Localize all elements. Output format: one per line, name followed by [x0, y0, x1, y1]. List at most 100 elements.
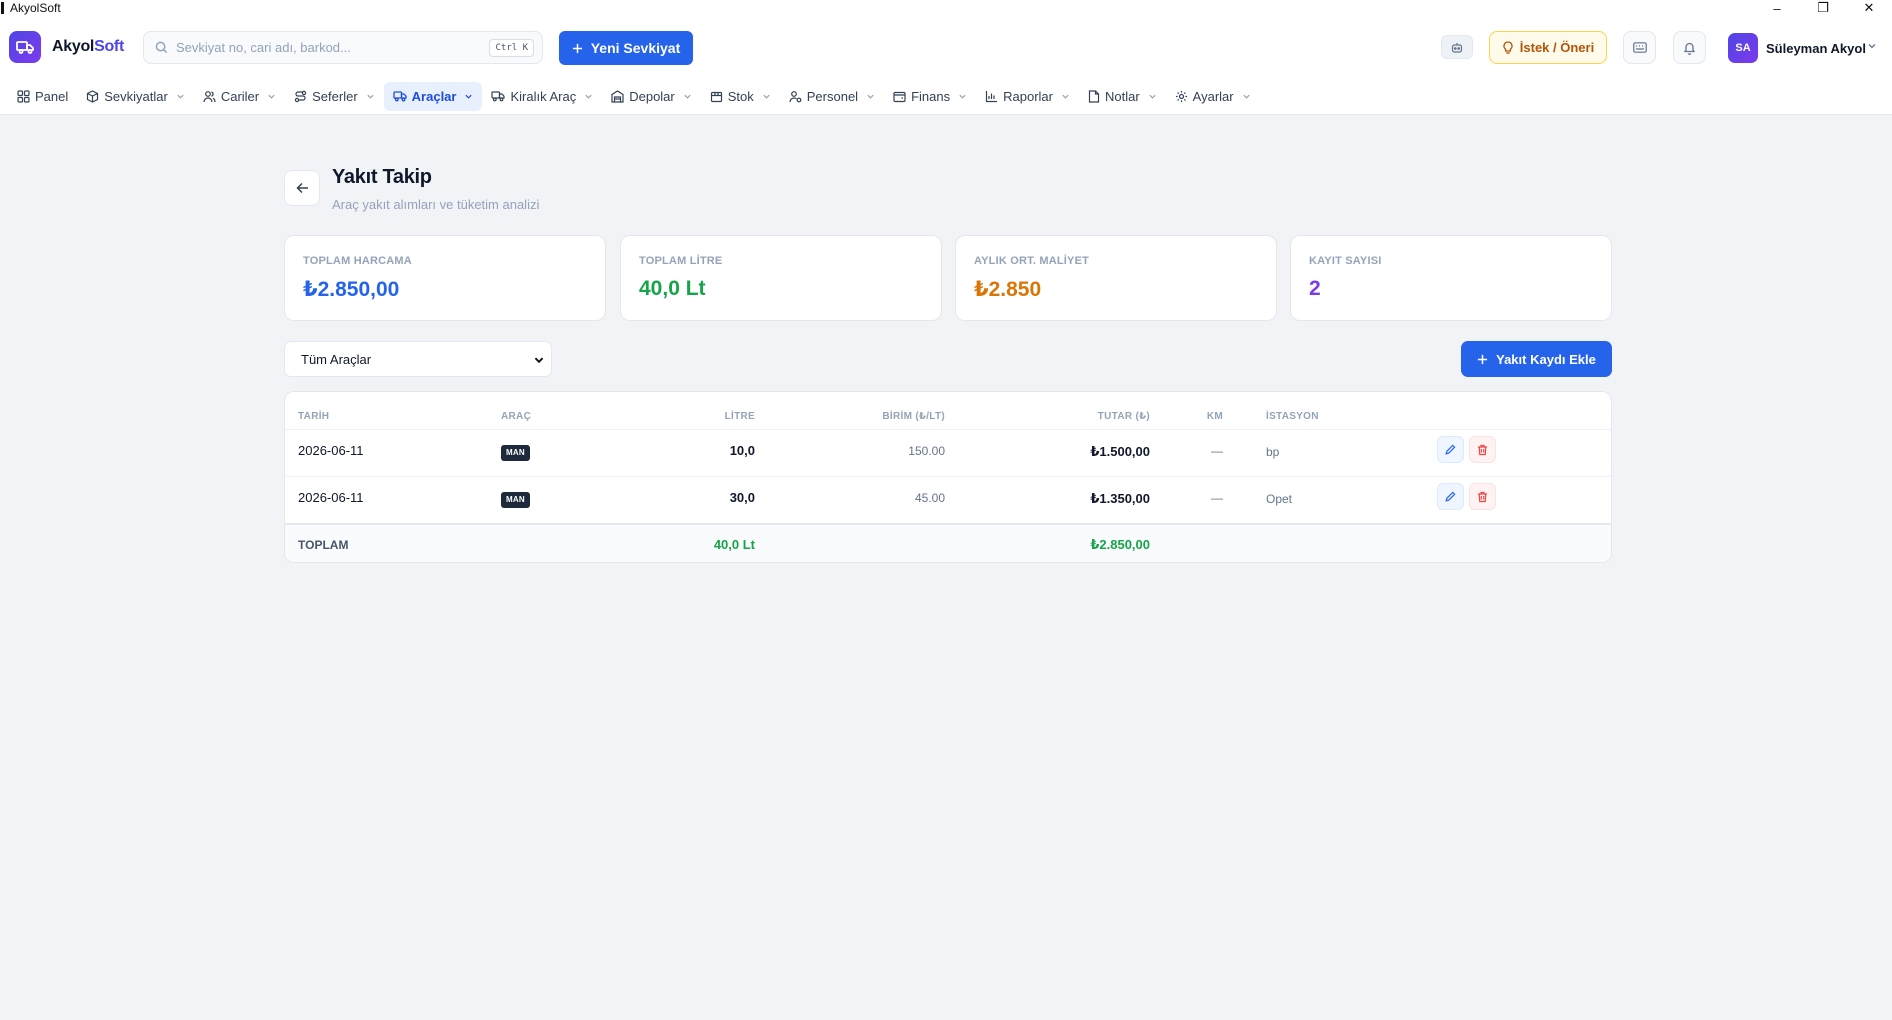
- grid-icon: [17, 89, 30, 103]
- nav-label-settings: Ayarlar: [1192, 88, 1234, 104]
- edit-button[interactable]: [1437, 436, 1464, 463]
- vehicle-badge: MAN: [501, 492, 530, 508]
- stat-card-monthly-avg-cost: AYLIK ORT. MALİYET ₺2.850: [955, 235, 1277, 321]
- user-name[interactable]: Süleyman Akyol: [1766, 41, 1866, 56]
- nav-label-vehicles: Araçlar: [411, 88, 457, 104]
- gear-icon: [1175, 90, 1187, 102]
- chevron-down-icon: [534, 357, 544, 364]
- stat-card-total-spend: TOPLAM HARCAMA ₺2.850,00: [284, 235, 606, 321]
- nav-label-trips: Seferler: [312, 88, 358, 104]
- cell-station: bp: [1266, 445, 1280, 459]
- column-header-unit-price: BİRİM (₺/LT): [882, 411, 945, 422]
- window-close-button[interactable]: ✕: [1846, 0, 1892, 16]
- row-divider: [285, 429, 1611, 430]
- nav-item-shipments[interactable]: Sevkiyatlar: [77, 82, 194, 111]
- table-footer: [285, 525, 1611, 562]
- nav-item-trips[interactable]: Seferler: [285, 82, 384, 111]
- cell-unit-price: 150.00: [908, 444, 945, 458]
- page-title: Yakıt Takip: [332, 166, 432, 188]
- nav-label-shipments: Sevkiyatlar: [104, 88, 168, 104]
- brand-name[interactable]: AkyolSoft: [52, 38, 124, 56]
- cell-amount: ₺1.500,00: [1090, 444, 1150, 459]
- pencil-icon: [1445, 444, 1456, 455]
- stat-label: AYLIK ORT. MALİYET: [974, 255, 1090, 267]
- nav-item-stock[interactable]: Stok: [701, 82, 780, 111]
- search-icon: [155, 41, 168, 54]
- chevron-down-icon: [585, 94, 592, 99]
- cell-date: 2026-06-11: [298, 443, 364, 458]
- trash-icon: [1478, 444, 1487, 455]
- row-divider: [285, 476, 1611, 477]
- stat-card-total-liters: TOPLAM LİTRE 40,0 Lt: [620, 235, 942, 321]
- chevron-down-icon: [367, 94, 374, 99]
- window-minimize-button[interactable]: –: [1754, 0, 1800, 16]
- nav-label-accounts: Cariler: [220, 88, 260, 104]
- delete-button[interactable]: [1469, 436, 1496, 463]
- plus-icon: [572, 43, 582, 53]
- footer-total-amount: ₺2.850,00: [1090, 537, 1150, 552]
- column-header-vehicle: ARAÇ: [501, 411, 532, 422]
- chevron-down-icon: [1149, 94, 1156, 99]
- nav-item-personnel[interactable]: Personel: [780, 82, 884, 111]
- truck-icon: [393, 91, 407, 102]
- stat-value: ₺2.850: [974, 278, 1042, 301]
- back-button[interactable]: [284, 170, 320, 206]
- plus-icon: [1478, 354, 1488, 364]
- add-fuel-record-button[interactable]: Yakıt Kaydı Ekle: [1461, 341, 1612, 377]
- nav-label-panel: Panel: [35, 88, 69, 104]
- pencil-icon: [1445, 491, 1456, 502]
- nav-item-finance[interactable]: Finans: [884, 82, 976, 111]
- fuel-records-table: TARİH ARAÇ LİTRE BİRİM (₺/LT) TUTAR (₺) …: [284, 391, 1612, 563]
- nav-item-settings[interactable]: Ayarlar: [1166, 82, 1260, 111]
- app-header: AkyolSoft Ctrl K Yeni Sevkiyat İstek / Ö…: [0, 16, 1892, 78]
- nav-label-finance: Finans: [911, 88, 951, 104]
- robot-assistant-button[interactable]: [1441, 35, 1473, 59]
- nav-label-notes: Notlar: [1104, 88, 1140, 104]
- chevron-down-icon: [1242, 94, 1250, 99]
- keyboard-icon: [1632, 42, 1647, 53]
- stat-label: TOPLAM HARCAMA: [303, 255, 412, 267]
- notifications-button[interactable]: [1673, 31, 1706, 64]
- suggestion-button[interactable]: İstek / Öneri: [1489, 31, 1607, 64]
- window-restore-button[interactable]: ❐: [1800, 0, 1846, 16]
- nav-item-notes[interactable]: Notlar: [1079, 82, 1166, 111]
- stat-value: 2: [1309, 277, 1321, 300]
- vehicle-badge: MAN: [501, 445, 530, 461]
- nav-item-warehouses[interactable]: Depolar: [602, 82, 701, 111]
- warehouse-icon: [611, 89, 624, 103]
- person-icon: [789, 90, 802, 102]
- nav-item-accounts[interactable]: Cariler: [194, 82, 285, 111]
- stat-card-record-count: KAYIT SAYISI 2: [1290, 235, 1612, 321]
- search-input[interactable]: [176, 40, 476, 55]
- stat-label: KAYIT SAYISI: [1309, 255, 1382, 267]
- window-titlebar: AkyolSoft – ❐ ✕: [0, 0, 1892, 16]
- chevron-down-icon: [1062, 94, 1069, 99]
- nav-item-panel[interactable]: Panel: [8, 82, 77, 111]
- footer-total-liters: 40,0 Lt: [713, 537, 755, 552]
- user-avatar[interactable]: SA: [1728, 33, 1758, 63]
- users-icon: [203, 90, 216, 102]
- cell-liters: 30,0: [729, 490, 755, 505]
- stat-value: 40,0 Lt: [639, 277, 706, 300]
- app-window-icon: [1, 2, 4, 14]
- chevron-down-icon: [177, 94, 184, 99]
- chevron-down-icon[interactable]: [1867, 41, 1877, 51]
- new-shipment-button[interactable]: Yeni Sevkiyat: [559, 31, 693, 65]
- suggestion-label: İstek / Öneri: [1519, 40, 1595, 55]
- edit-button[interactable]: [1437, 483, 1464, 510]
- cell-liters: 10,0: [729, 443, 755, 458]
- nav-item-rental-vehicles[interactable]: Kiralık Araç: [482, 82, 602, 111]
- column-header-amount: TUTAR (₺): [1097, 411, 1150, 422]
- cell-amount: ₺1.350,00: [1090, 491, 1150, 506]
- brand-logo-icon[interactable]: [9, 31, 41, 63]
- chevron-down-icon: [867, 94, 874, 99]
- nav-item-reports[interactable]: Raporlar: [976, 82, 1079, 111]
- nav-item-vehicles[interactable]: Araçlar: [383, 81, 483, 111]
- delete-button[interactable]: [1469, 483, 1496, 510]
- keyboard-shortcuts-button[interactable]: [1623, 31, 1656, 64]
- lightbulb-icon: [1503, 40, 1513, 54]
- note-icon: [1088, 89, 1100, 103]
- cell-station: Opet: [1266, 492, 1293, 506]
- vehicle-filter-select[interactable]: Tüm Araçlar: [284, 341, 552, 377]
- cell-date: 2026-06-11: [298, 490, 364, 505]
